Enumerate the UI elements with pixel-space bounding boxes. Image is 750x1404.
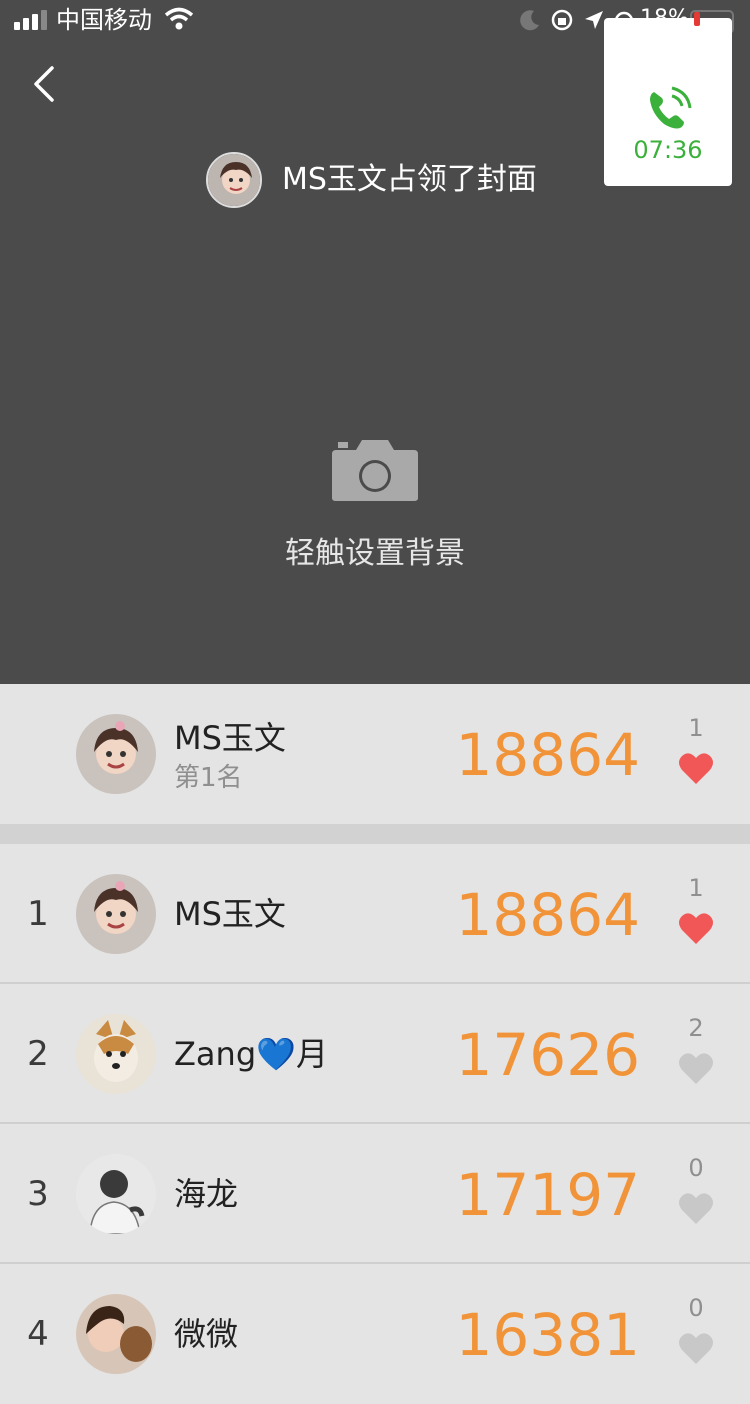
avatar[interactable] [76,1154,156,1234]
leaderboard-row[interactable]: 1 MS玉文 18864 1 [0,844,750,984]
signal-icon [14,10,48,30]
back-button[interactable] [26,60,66,108]
avatar[interactable] [76,874,156,954]
user-name: 微微 [174,1315,239,1353]
carrier-name: 中国移动 [56,6,152,34]
wifi-icon [164,6,194,38]
floating-call-window[interactable]: 07:36 [604,18,732,186]
leaderboard-row[interactable]: 3 海龙 17197 0 [0,1124,750,1264]
step-count: 18864 [455,881,640,949]
set-background-hint[interactable]: 轻触设置背景 [0,532,750,576]
camera-icon[interactable] [330,438,420,502]
moon-icon [520,10,539,31]
my-name: MS玉文 [174,719,286,757]
rank-number: 3 [27,1174,49,1214]
location-icon [585,11,603,29]
heart-icon[interactable] [678,1332,714,1366]
avatar[interactable] [76,714,156,794]
call-duration: 07:36 [633,136,703,164]
heart-icon[interactable] [678,752,714,786]
step-count: 17626 [455,1021,640,1089]
cover-owner-text: MS玉文占领了封面 [282,162,537,197]
section-gap [0,824,750,844]
rank-number: 2 [27,1034,49,1074]
leaderboard-row[interactable]: 4 微微 16381 0 [0,1264,750,1404]
user-name: Zang💙月 [174,1035,328,1073]
avatar[interactable] [206,152,262,208]
avatar[interactable] [76,1014,156,1094]
my-rank-row[interactable]: MS玉文 第1名 18864 1 [0,684,750,824]
rotation-lock-icon [551,9,573,31]
leaderboard-row[interactable]: 2 Zang💙月 17626 2 [0,984,750,1124]
user-name: 海龙 [174,1175,239,1213]
rank-number: 1 [27,894,49,934]
user-name: MS玉文 [174,895,286,933]
step-count: 16381 [455,1301,640,1369]
rank-number: 4 [27,1314,49,1354]
like-count: 2 [688,1014,704,1042]
notification-dot [694,12,700,26]
back-chevron-icon[interactable] [26,60,66,108]
heart-icon[interactable] [678,912,714,946]
phone-icon [650,86,692,129]
like-count: 1 [688,714,704,742]
heart-icon[interactable] [678,1052,714,1086]
avatar[interactable] [76,1294,156,1374]
my-position: 第1名 [174,763,243,793]
step-count: 17197 [455,1161,640,1229]
like-count: 0 [688,1154,704,1182]
like-count: 1 [688,874,704,902]
cover-header[interactable]: 中国移动 18% MS玉文占领了封面 轻触设置背景 07:36 [0,0,750,684]
heart-icon[interactable] [678,1192,714,1226]
my-steps: 18864 [455,721,640,789]
like-count: 0 [688,1294,704,1322]
